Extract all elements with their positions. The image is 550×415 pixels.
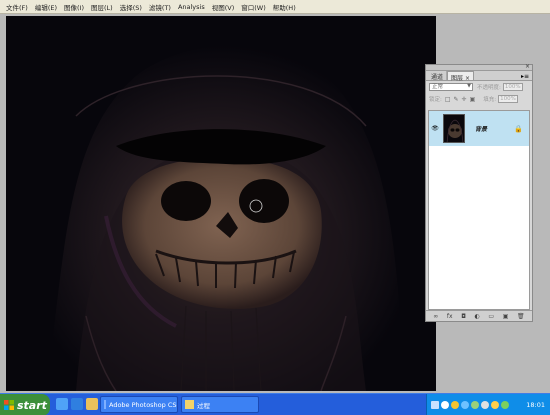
lock-icon: 🔒 [514, 124, 523, 133]
desktop-icon[interactable] [56, 398, 68, 410]
lock-pixels-icon[interactable]: ✎ [454, 96, 459, 103]
layers-panel: × 通道 图层 × ▸≡ 正常 ▼ 不透明度: 100% 锁定: □ ✎ ✛ ▣ 填… [425, 63, 533, 322]
clock[interactable]: 18:01 [526, 401, 545, 409]
menu-file[interactable]: 文件(F) [6, 2, 28, 12]
menu-bar: 文件(F) 编辑(E) 图像(I) 图层(L) 选择(S) 滤镜(T) Anal… [0, 0, 550, 14]
start-label: start [17, 398, 47, 412]
lock-icons: □ ✎ ✛ ▣ [445, 96, 475, 103]
windows-flag-icon [4, 400, 14, 410]
tray-keyboard-icon[interactable] [431, 401, 439, 409]
menu-analysis[interactable]: Analysis [178, 3, 205, 11]
panel-close-icon[interactable]: × [525, 63, 530, 70]
tray-volume-icon[interactable] [481, 401, 489, 409]
panel-footer: ∞ fx ◘ ◐ ▭ ▣ 🗑 [426, 310, 532, 321]
tray-shield-icon[interactable] [451, 401, 459, 409]
mask-icon[interactable]: ◘ [461, 313, 466, 320]
opacity-label: 不透明度: [477, 85, 501, 91]
layer-name[interactable]: 背景 [475, 124, 487, 133]
photoshop-icon [104, 400, 106, 409]
tray-update-icon[interactable] [501, 401, 509, 409]
tray-network-icon[interactable] [461, 401, 469, 409]
fill-field[interactable]: 100% [498, 95, 519, 103]
menu-select[interactable]: 选择(S) [120, 2, 142, 12]
taskbar-photoshop-label: Adobe Photoshop CS... [109, 400, 178, 409]
blend-mode-select[interactable]: 正常 ▼ [429, 83, 473, 91]
start-button[interactable]: start [0, 394, 50, 415]
eye-icon[interactable]: 👁 [429, 125, 441, 132]
ie-icon[interactable] [71, 398, 83, 410]
lock-row: 锁定: □ ✎ ✛ ▣ 填充: 100% [426, 93, 532, 105]
panel-titlebar[interactable]: × [426, 63, 532, 71]
tray-qq-icon[interactable] [491, 401, 499, 409]
link-icon[interactable]: ∞ [433, 313, 438, 320]
tab-close-icon[interactable]: × [465, 75, 470, 82]
panel-menu-icon[interactable]: ▸≡ [521, 73, 529, 80]
opacity-field[interactable]: 100% [502, 83, 523, 91]
layer-row-background[interactable]: 👁 背景 🔒 [429, 111, 529, 146]
taskbar-folder-label: 过程 [197, 401, 210, 410]
tray-app-icon[interactable] [471, 401, 479, 409]
painting-hooded-skull [6, 16, 436, 391]
trash-icon[interactable]: 🗑 [517, 313, 525, 320]
new-layer-icon[interactable]: ▣ [503, 313, 509, 320]
menu-edit[interactable]: 编辑(E) [35, 2, 57, 12]
tab-channels[interactable]: 通道 [428, 71, 448, 81]
workspace: × 通道 图层 × ▸≡ 正常 ▼ 不透明度: 100% 锁定: □ ✎ ✛ ▣ 填… [0, 14, 550, 393]
menu-help[interactable]: 帮助(H) [273, 2, 296, 12]
folder-icon[interactable]: ▭ [488, 313, 494, 320]
tray-arrow-icon[interactable] [441, 401, 449, 409]
blend-row: 正常 ▼ 不透明度: 100% [426, 81, 532, 93]
menu-filter[interactable]: 滤镜(T) [149, 2, 171, 12]
taskbar: start Adobe Photoshop CS... 过程 18:01 [0, 393, 550, 415]
menu-image[interactable]: 图像(I) [64, 2, 84, 12]
document-canvas[interactable] [6, 16, 436, 391]
layer-thumbnail [443, 114, 465, 143]
fx-icon[interactable]: fx [447, 313, 453, 320]
panel-tabs: 通道 图层 × [426, 71, 532, 82]
menu-layer[interactable]: 图层(L) [91, 2, 113, 12]
lock-position-icon[interactable]: ✛ [462, 96, 467, 103]
lock-all-icon[interactable]: ▣ [470, 96, 476, 103]
media-icon[interactable] [86, 398, 98, 410]
thumbnail-image [444, 115, 464, 142]
lock-label: 锁定: [429, 97, 442, 103]
taskbar-photoshop-button[interactable]: Adobe Photoshop CS... [100, 396, 178, 413]
taskbar-folder-button[interactable]: 过程 [181, 396, 259, 413]
menu-view[interactable]: 视图(V) [212, 2, 235, 12]
tab-layers[interactable]: 图层 × [447, 71, 475, 82]
adjustment-icon[interactable]: ◐ [475, 313, 480, 320]
quick-launch [56, 398, 98, 410]
fill-label: 填充: [483, 97, 497, 103]
chevron-down-icon: ▼ [467, 83, 471, 89]
lock-transparent-icon[interactable]: □ [445, 96, 451, 103]
layers-list: 👁 背景 🔒 [428, 110, 530, 310]
folder-icon [185, 400, 194, 409]
system-tray: 18:01 [426, 394, 550, 415]
menu-window[interactable]: 窗口(W) [241, 2, 266, 12]
